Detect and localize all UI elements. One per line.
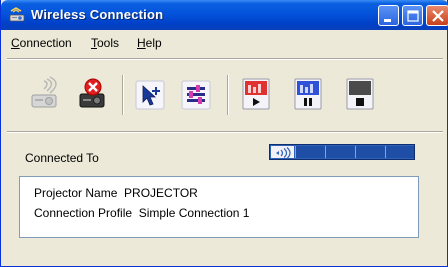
connected-to-label: Connected To bbox=[25, 151, 99, 165]
toolbar-separator-line bbox=[7, 131, 443, 133]
settings-sliders-icon bbox=[181, 80, 211, 110]
menu-help[interactable]: Help bbox=[137, 36, 162, 50]
play-button[interactable] bbox=[237, 75, 275, 113]
close-icon bbox=[432, 10, 444, 22]
stop-button[interactable] bbox=[341, 75, 379, 113]
connection-info-box: Projector Name PROJECTOR Connection Prof… bbox=[19, 176, 419, 238]
wireless-projector-app-icon bbox=[9, 7, 25, 22]
pause-button[interactable] bbox=[289, 75, 327, 113]
minimize-button[interactable] bbox=[378, 5, 399, 26]
menu-separator bbox=[7, 58, 443, 60]
screen-play-icon bbox=[242, 78, 270, 110]
signal-strength-bar bbox=[269, 144, 415, 160]
toolbar bbox=[11, 67, 441, 129]
screen-pause-icon bbox=[294, 78, 322, 110]
pointer-add-icon bbox=[135, 80, 165, 110]
toolbar-separator bbox=[227, 75, 229, 115]
maximize-button[interactable] bbox=[402, 5, 423, 26]
stop-icon bbox=[346, 78, 374, 110]
title-bar[interactable]: Wireless Connection bbox=[1, 0, 448, 30]
projector-disconnect-icon bbox=[79, 78, 105, 108]
menu-connection[interactable]: Connection bbox=[11, 36, 72, 50]
projector-name-label: Projector Name bbox=[34, 186, 118, 200]
menu-tools[interactable]: Tools bbox=[91, 36, 119, 50]
projector-name-row: Projector Name PROJECTOR bbox=[34, 186, 198, 200]
connection-profile-value: Simple Connection 1 bbox=[138, 206, 250, 220]
settings-button[interactable] bbox=[177, 75, 215, 113]
maximize-icon bbox=[407, 10, 419, 22]
connect-button[interactable] bbox=[25, 75, 63, 113]
window-title: Wireless Connection bbox=[31, 7, 164, 22]
signal-segment bbox=[295, 146, 325, 158]
signal-segment bbox=[385, 146, 414, 158]
wireless-connection-window: Wireless Connection Connection Tools Hel… bbox=[0, 0, 448, 267]
toolbar-separator bbox=[122, 75, 124, 115]
signal-antenna-icon bbox=[271, 146, 294, 159]
connection-profile-row: Connection Profile Simple Connection 1 bbox=[34, 206, 249, 220]
signal-segment bbox=[355, 146, 385, 158]
menu-bar: Connection Tools Help bbox=[1, 32, 447, 54]
close-button[interactable] bbox=[426, 5, 448, 26]
projector-name-value: PROJECTOR bbox=[124, 186, 198, 200]
disconnect-button[interactable] bbox=[73, 75, 111, 113]
minimize-icon bbox=[384, 19, 391, 22]
connection-profile-label: Connection Profile bbox=[34, 206, 133, 220]
pointer-button[interactable] bbox=[131, 75, 169, 113]
projector-connect-icon bbox=[31, 76, 57, 108]
signal-segment bbox=[325, 146, 355, 158]
